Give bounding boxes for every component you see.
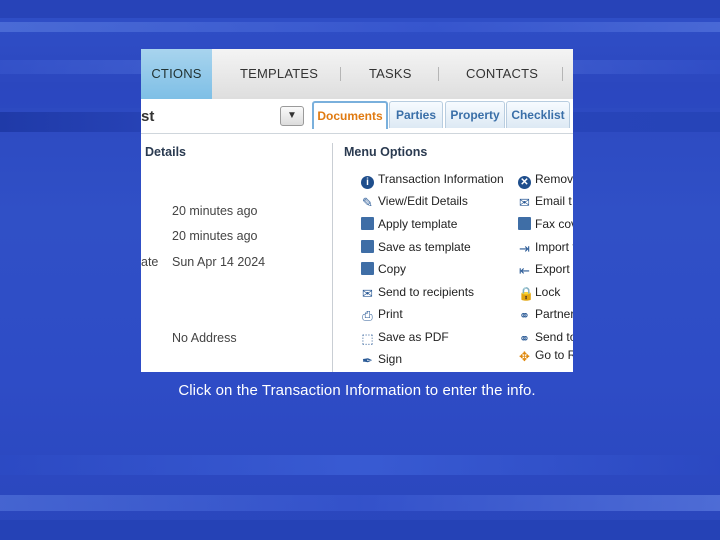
detail-value-date: Sun Apr 14 2024 [172, 255, 266, 269]
menu-item-label: Save as template [378, 240, 471, 254]
background-stripe [0, 520, 720, 540]
instruction-caption: Click on the Transaction Information to … [178, 382, 536, 399]
menu-item-print[interactable]: ⎙ Print [361, 306, 403, 323]
menu-item-save-as-pdf[interactable]: ⬚ Save as PDF [361, 329, 449, 346]
menu-item-label: Copy [378, 262, 407, 276]
menu-item-label: Partner [535, 307, 573, 321]
detail-label: ate [141, 255, 159, 269]
tab-checklist[interactable]: Checklist [506, 101, 570, 128]
menu-item-transaction-information[interactable]: i Transaction Information [361, 171, 504, 189]
menu-item-email[interactable]: ✉ Email t [518, 193, 572, 209]
pdf-icon: ⬚ [361, 331, 374, 346]
menu-item-import[interactable]: ⇥ Import f [518, 239, 573, 255]
menu-item-label: Send to recipients [378, 285, 475, 299]
menu-item-label: Transaction Information [378, 172, 504, 186]
menu-item-label: Sign [378, 352, 403, 366]
mail-icon: ✉ [519, 195, 530, 210]
menu-item-label: Apply template [378, 217, 458, 231]
document-icon [361, 240, 374, 253]
menu-item-partner[interactable]: ⚭ Partner [518, 306, 573, 322]
menu-item-export[interactable]: ⇤ Export [518, 261, 570, 277]
menu-item-label: Remove [535, 172, 573, 186]
menu-item-send-to-recipients[interactable]: ✉ Send to recipients [361, 284, 474, 300]
menu-options-heading: Menu Options [344, 145, 428, 159]
tab-documents[interactable]: Documents [312, 101, 388, 129]
app-screenshot: CTIONS TEMPLATES TASKS CONTACTS st ▼ Doc… [141, 49, 573, 372]
menu-item-label: Send to [535, 330, 573, 344]
nav-tab-contacts[interactable]: CONTACTS [466, 49, 538, 99]
menu-item-send-to[interactable]: ⚭ Send to [518, 329, 573, 345]
menu-item-save-as-template[interactable]: Save as template [361, 239, 471, 255]
menu-item-sign[interactable]: ✒ Sign [361, 351, 402, 367]
menu-item-label: View/Edit Details [378, 194, 468, 208]
menu-item-label: Lock [535, 285, 561, 299]
fax-icon [518, 217, 531, 230]
menu-item-label: Import f [535, 240, 573, 254]
menu-item-label: Save as PDF [378, 330, 449, 344]
menu-item-label: Email t [535, 194, 572, 208]
background-stripe [0, 455, 720, 475]
detail-value-modified: 20 minutes ago [172, 229, 258, 243]
top-navigation: CTIONS TEMPLATES TASKS CONTACTS [141, 49, 573, 100]
details-heading: Details [145, 145, 186, 159]
background-stripe [0, 495, 720, 511]
handshake-icon: ⚭ [519, 308, 530, 323]
nav-separator [562, 67, 563, 81]
transaction-dropdown-button[interactable]: ▼ [280, 106, 304, 126]
export-icon: ⇤ [519, 263, 530, 278]
network-icon: ✥ [519, 349, 530, 364]
nav-separator [438, 67, 439, 81]
menu-item-label: Export [535, 262, 570, 276]
menu-item-go-to[interactable]: ✥ Go to R [518, 347, 573, 363]
menu-item-view-edit-details[interactable]: ✎ View/Edit Details [361, 193, 468, 209]
menu-item-label: Print [378, 307, 403, 321]
transaction-title: st [141, 108, 155, 125]
nav-separator [340, 67, 341, 81]
lock-icon: 🔒 [518, 286, 535, 301]
import-icon: ⇥ [519, 241, 530, 256]
menu-item-lock[interactable]: 🔒Lock [518, 284, 560, 300]
tab-property[interactable]: Property [445, 101, 505, 128]
background-stripe [0, 0, 720, 18]
menu-item-copy[interactable]: Copy [361, 261, 406, 277]
tab-parties[interactable]: Parties [389, 101, 443, 128]
handshake-icon: ⚭ [519, 331, 530, 346]
nav-tab-tasks[interactable]: TASKS [369, 49, 412, 99]
chevron-down-icon: ▼ [287, 110, 297, 121]
panel-divider [332, 143, 333, 372]
mail-icon: ✉ [362, 286, 373, 301]
nav-tab-templates[interactable]: TEMPLATES [240, 49, 318, 99]
nav-tab-transactions[interactable]: CTIONS [141, 49, 212, 99]
info-icon: i [361, 176, 374, 189]
detail-value-address: No Address [172, 331, 237, 345]
pen-icon: ✒ [362, 353, 373, 368]
printer-icon: ⎙ [362, 308, 373, 323]
remove-icon: ✕ [518, 176, 531, 189]
edit-icon: ✎ [362, 195, 373, 210]
background-stripe [0, 22, 720, 32]
template-icon [361, 217, 374, 230]
menu-item-fax-cover[interactable]: Fax cov [518, 216, 573, 232]
menu-item-remove[interactable]: ✕ Remove [518, 171, 573, 189]
menu-item-apply-template[interactable]: Apply template [361, 216, 457, 232]
menu-item-label: Fax cov [535, 217, 573, 231]
copy-icon [361, 262, 374, 275]
menu-item-label: Go to R [535, 348, 573, 362]
detail-value-created: 20 minutes ago [172, 204, 258, 218]
